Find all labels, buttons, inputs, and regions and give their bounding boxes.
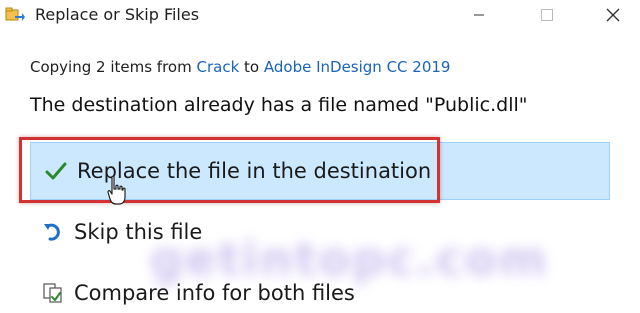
source-folder-link[interactable]: Crack [196,58,239,76]
copying-status: Copying 2 items from Crack to Adobe InDe… [30,58,450,76]
minimize-button[interactable] [456,0,502,30]
compare-files-icon [42,282,64,304]
checkmark-icon [45,160,67,182]
compare-files-option[interactable]: Compare info for both files [30,273,610,313]
compare-files-label: Compare info for both files [74,281,355,305]
maximize-icon [541,9,553,21]
title-bar: Replace or Skip Files [0,0,640,30]
replace-or-skip-dialog: Replace or Skip Files Copying 2 items fr… [0,0,640,313]
replace-file-option[interactable]: Replace the file in the destination [30,142,610,200]
skip-arrow-icon [42,221,64,243]
move-files-icon [5,7,25,23]
minimize-icon [474,14,484,16]
destination-folder-link[interactable]: Adobe InDesign CC 2019 [264,58,451,76]
skip-file-label: Skip this file [74,220,203,244]
conflict-heading: The destination already has a file named… [30,94,528,116]
copying-middle: to [239,58,264,76]
close-icon [606,8,620,22]
close-button[interactable] [590,0,636,30]
copying-prefix: Copying 2 items from [30,58,197,76]
maximize-button[interactable] [524,0,570,30]
skip-file-option[interactable]: Skip this file [30,212,610,252]
window-title: Replace or Skip Files [35,5,200,24]
replace-file-label: Replace the file in the destination [77,159,432,183]
